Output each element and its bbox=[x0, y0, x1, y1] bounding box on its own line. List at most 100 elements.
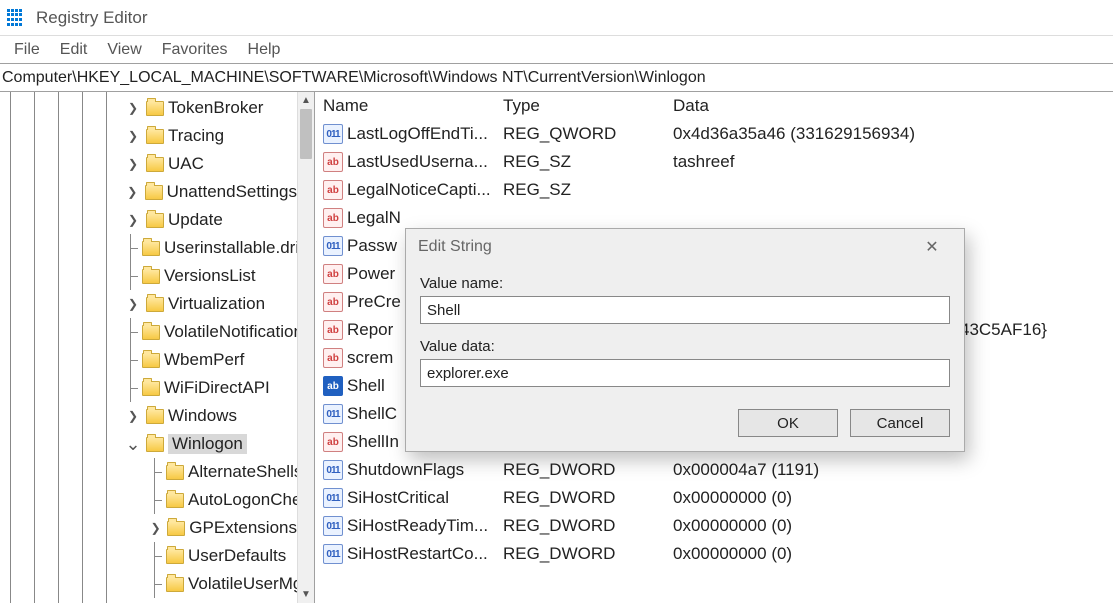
tree-item-label: WbemPerf bbox=[164, 350, 244, 370]
chevron-right-icon[interactable]: ❯ bbox=[148, 521, 163, 535]
menu-file[interactable]: File bbox=[4, 39, 50, 61]
string-value-icon: ab bbox=[323, 348, 343, 368]
tree-item-winlogon[interactable]: ⌄ Winlogon bbox=[120, 430, 297, 458]
tree-item-gpextensions[interactable]: ❯GPExtensions bbox=[120, 514, 297, 542]
tree-item-uac[interactable]: ❯UAC bbox=[120, 150, 297, 178]
scroll-track[interactable] bbox=[298, 109, 314, 586]
tree-item-label: Userinstallable.drivers bbox=[164, 238, 297, 258]
cancel-button[interactable]: Cancel bbox=[850, 409, 950, 437]
tree-item-label: Update bbox=[168, 210, 223, 230]
list-row[interactable]: 011SiHostReadyTim...REG_DWORD0x00000000 … bbox=[315, 512, 1113, 540]
tree-item-tokenbroker[interactable]: ❯TokenBroker bbox=[120, 94, 297, 122]
list-row[interactable]: 011LastLogOffEndTi...REG_QWORD0x4d36a35a… bbox=[315, 120, 1113, 148]
value-data: 0x00000000 (0) bbox=[673, 544, 1113, 564]
folder-icon bbox=[142, 325, 160, 340]
dialog-titlebar[interactable]: Edit String ✕ bbox=[406, 229, 964, 265]
value-data-input[interactable] bbox=[420, 359, 950, 387]
scroll-thumb[interactable] bbox=[300, 109, 312, 159]
ok-button[interactable]: OK bbox=[738, 409, 838, 437]
list-row[interactable]: 011SiHostRestartCo...REG_DWORD0x00000000… bbox=[315, 540, 1113, 568]
numeric-value-icon: 011 bbox=[323, 460, 343, 480]
tree-item-windows[interactable]: ❯Windows bbox=[120, 402, 297, 430]
value-name: LastLogOffEndTi... bbox=[347, 124, 488, 144]
menu-favorites[interactable]: Favorites bbox=[152, 39, 238, 61]
folder-icon bbox=[146, 213, 164, 228]
tree-scrollbar[interactable]: ▲ ▼ bbox=[297, 92, 314, 603]
tree-item-label: UnattendSettings bbox=[167, 182, 297, 202]
value-name: ShellIn bbox=[347, 432, 399, 452]
tree-item-userinstallable-drivers[interactable]: Userinstallable.drivers bbox=[120, 234, 297, 262]
tree-item-volatilenotifications[interactable]: VolatileNotifications bbox=[120, 318, 297, 346]
folder-icon bbox=[142, 241, 160, 256]
numeric-value-icon: 011 bbox=[323, 516, 343, 536]
tree-item-label: UserDefaults bbox=[188, 546, 286, 566]
list-row[interactable]: abLegalNoticeCapti...REG_SZ bbox=[315, 176, 1113, 204]
string-value-icon: ab bbox=[323, 376, 343, 396]
tree-guide-lines bbox=[0, 92, 120, 603]
value-type: REG_DWORD bbox=[503, 488, 673, 508]
chevron-down-icon[interactable]: ⌄ bbox=[124, 434, 142, 455]
chevron-right-icon[interactable]: ❯ bbox=[124, 213, 142, 227]
scroll-up-icon[interactable]: ▲ bbox=[298, 92, 314, 109]
list-header[interactable]: Name Type Data bbox=[315, 92, 1113, 120]
chevron-right-icon[interactable]: ❯ bbox=[124, 185, 141, 199]
menu-help[interactable]: Help bbox=[238, 39, 291, 61]
numeric-value-icon: 011 bbox=[323, 488, 343, 508]
column-data[interactable]: Data bbox=[673, 96, 1113, 116]
tree-item-label: AlternateShells bbox=[188, 462, 297, 482]
tree-item-tracing[interactable]: ❯ Tracing bbox=[120, 122, 297, 150]
folder-icon bbox=[142, 269, 160, 284]
tree-panel: ❯TokenBroker❯Tracing❯UAC❯UnattendSetting… bbox=[0, 92, 315, 603]
value-name-input[interactable] bbox=[420, 296, 950, 324]
chevron-right-icon[interactable]: ❯ bbox=[124, 157, 142, 171]
tree-item-userdefaults[interactable]: UserDefaults bbox=[120, 542, 297, 570]
chevron-right-icon[interactable]: ❯ bbox=[124, 129, 142, 143]
folder-icon bbox=[146, 437, 164, 452]
list-row[interactable]: 011SiHostCriticalREG_DWORD0x00000000 (0) bbox=[315, 484, 1113, 512]
tree-item-label: Winlogon bbox=[168, 434, 247, 454]
value-data: 0x00000000 (0) bbox=[673, 488, 1113, 508]
tree-item-wifidirectapi[interactable]: WiFiDirectAPI bbox=[120, 374, 297, 402]
chevron-right-icon[interactable]: ❯ bbox=[124, 297, 142, 311]
value-name: ShellC bbox=[347, 404, 397, 424]
menu-edit[interactable]: Edit bbox=[50, 39, 98, 61]
tree-item-label: Tracing bbox=[168, 126, 224, 146]
chevron-right-icon[interactable]: ❯ bbox=[124, 409, 142, 423]
list-row[interactable]: 011ShutdownFlagsREG_DWORD0x000004a7 (119… bbox=[315, 456, 1113, 484]
folder-icon bbox=[142, 381, 160, 396]
numeric-value-icon: 011 bbox=[323, 236, 343, 256]
string-value-icon: ab bbox=[323, 208, 343, 228]
tree-item-volatileusermgrkey[interactable]: VolatileUserMgrKey bbox=[120, 570, 297, 598]
titlebar: Registry Editor bbox=[0, 0, 1113, 36]
string-value-icon: ab bbox=[323, 320, 343, 340]
tree-item-update[interactable]: ❯ Update bbox=[120, 206, 297, 234]
tree-item-wbemperf[interactable]: WbemPerf bbox=[120, 346, 297, 374]
folder-icon bbox=[166, 465, 184, 480]
chevron-right-icon[interactable]: ❯ bbox=[124, 101, 142, 115]
partial-data-value: 43C5AF16} bbox=[960, 320, 1047, 340]
list-row[interactable]: abLastUsedUserna...REG_SZtashreef bbox=[315, 148, 1113, 176]
scroll-down-icon[interactable]: ▼ bbox=[298, 586, 314, 603]
folder-icon bbox=[146, 297, 164, 312]
value-name: SiHostReadyTim... bbox=[347, 516, 488, 536]
folder-icon bbox=[166, 549, 184, 564]
value-type: REG_SZ bbox=[503, 152, 673, 172]
tree[interactable]: ❯TokenBroker❯Tracing❯UAC❯UnattendSetting… bbox=[120, 92, 297, 603]
column-type[interactable]: Type bbox=[503, 96, 673, 116]
tree-item-virtualization[interactable]: ❯Virtualization bbox=[120, 290, 297, 318]
value-data: 0x00000000 (0) bbox=[673, 516, 1113, 536]
tree-item-label: VolatileUserMgrKey bbox=[188, 574, 297, 594]
tree-item-unattendsettings[interactable]: ❯ UnattendSettings bbox=[120, 178, 297, 206]
tree-item-label: WiFiDirectAPI bbox=[164, 378, 270, 398]
tree-item-autologonchecked[interactable]: AutoLogonChecked bbox=[120, 486, 297, 514]
close-icon[interactable]: ✕ bbox=[912, 229, 952, 265]
folder-icon bbox=[142, 353, 160, 368]
column-name[interactable]: Name bbox=[323, 96, 503, 116]
address-bar[interactable]: Computer\HKEY_LOCAL_MACHINE\SOFTWARE\Mic… bbox=[0, 64, 1113, 92]
dialog-title: Edit String bbox=[418, 238, 492, 256]
menu-view[interactable]: View bbox=[97, 39, 151, 61]
value-name: LegalNoticeCapti... bbox=[347, 180, 491, 200]
tree-item-versionslist[interactable]: VersionsList bbox=[120, 262, 297, 290]
tree-item-alternateshells[interactable]: AlternateShells bbox=[120, 458, 297, 486]
value-name: Repor bbox=[347, 320, 393, 340]
